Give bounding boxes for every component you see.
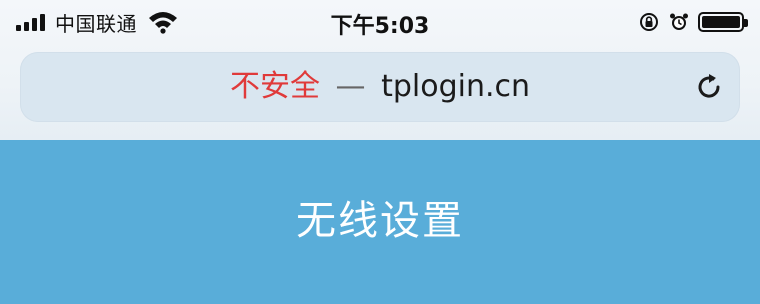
insecure-label: 不安全 <box>229 69 320 104</box>
page-title: 无线设置 <box>296 198 464 244</box>
url-separator: — <box>335 69 366 104</box>
alarm-icon <box>670 13 688 30</box>
page-header: 无线设置 <box>0 140 760 304</box>
reload-icon[interactable] <box>692 70 726 104</box>
phone-screen: 中国联通 下午5:03 不安全 — tplogin.cn 无线设置 <box>0 0 760 304</box>
rotation-lock-icon <box>640 13 658 31</box>
address-bar[interactable]: 不安全 — tplogin.cn <box>20 52 740 122</box>
battery-icon <box>698 12 748 32</box>
status-right <box>638 8 748 36</box>
url-host: tplogin.cn <box>381 69 531 104</box>
browser-chrome: 中国联通 下午5:03 不安全 — tplogin.cn <box>0 0 760 140</box>
status-bar: 中国联通 下午5:03 <box>0 0 760 44</box>
url-display[interactable]: 不安全 — tplogin.cn <box>20 70 740 104</box>
